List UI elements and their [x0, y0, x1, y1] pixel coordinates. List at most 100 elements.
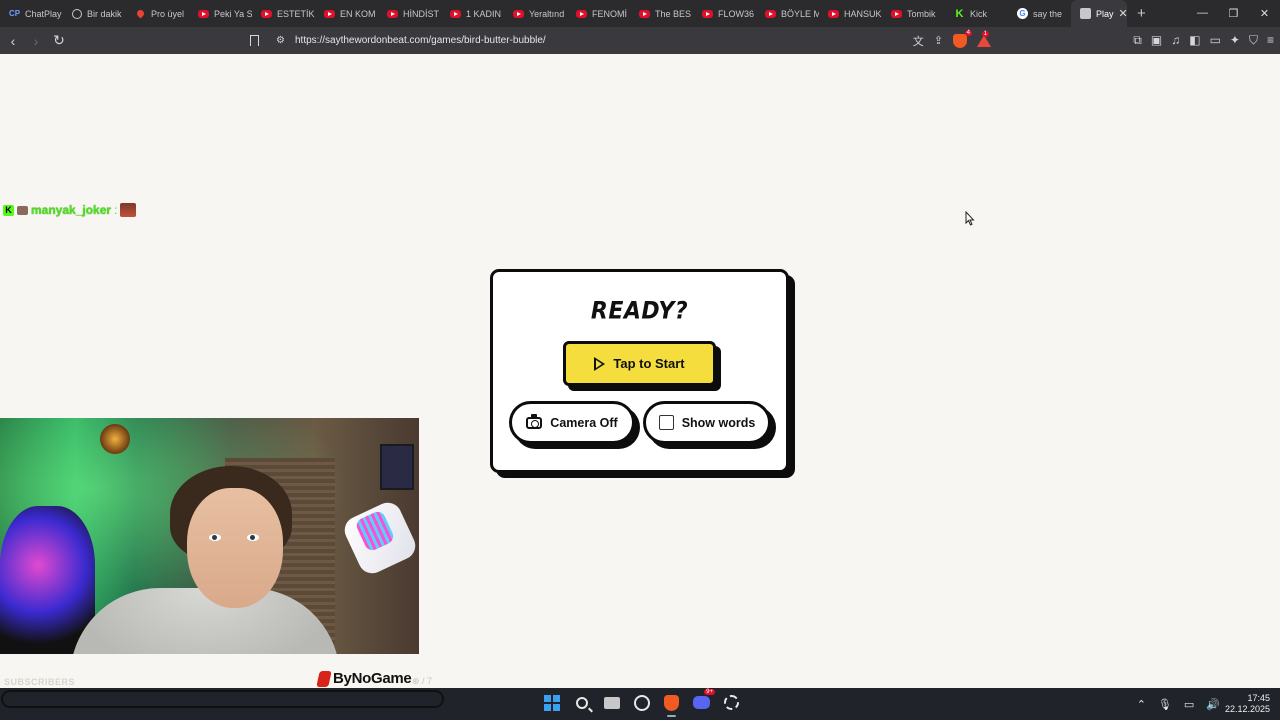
clock[interactable]: 17:45 22.12.2025: [1225, 693, 1270, 715]
bookmark-icon[interactable]: [250, 35, 259, 46]
youtube-icon: [639, 9, 650, 18]
vpn-icon[interactable]: ⛉: [1249, 33, 1258, 48]
show-words-toggle[interactable]: Show words: [643, 401, 771, 444]
browser-tab[interactable]: Tombik: [882, 0, 945, 27]
bynogame-logo-icon: [316, 670, 332, 687]
browser-tab-label: ChatPlay: [25, 8, 62, 19]
brave-rewards-badge: 1: [981, 30, 989, 37]
minimize-icon[interactable]: —: [1187, 7, 1218, 20]
share-icon[interactable]: ⇪: [934, 34, 943, 47]
start-menu-icon[interactable]: [541, 692, 562, 713]
sponsor-text: ByNoGame: [333, 670, 412, 687]
browser-tab[interactable]: EN KOM: [315, 0, 378, 27]
browser-tab-label: Pro üyel: [151, 8, 185, 19]
stream-progress-bar: [1, 690, 444, 708]
youtube-icon: [576, 9, 587, 18]
browser-tab[interactable]: Bir dakik: [63, 0, 126, 27]
chat-message: K manyak_joker :: [3, 203, 137, 217]
brave-shields-badge: 4: [964, 29, 972, 36]
discord-badge: 9+: [704, 689, 715, 695]
microphone-tray-icon[interactable]: 🎙: [1158, 698, 1172, 711]
url-field[interactable]: ⚙ https://saythewordonbeat.com/games/bir…: [246, 29, 991, 51]
clock-time: 17:45: [1247, 693, 1270, 703]
browser-tab[interactable]: FENOMİ: [567, 0, 630, 27]
network-icon[interactable]: ▭: [1184, 698, 1194, 711]
sidebar-icon[interactable]: ◧: [1189, 33, 1200, 48]
tap-to-start-button[interactable]: Tap to Start: [563, 341, 716, 386]
browser-tab[interactable]: K Kick: [945, 0, 1008, 27]
extensions-icon[interactable]: ⧉: [1133, 33, 1142, 48]
browser-tab[interactable]: HANSUK: [819, 0, 882, 27]
browser-tab-label: Kick: [970, 8, 988, 19]
close-tab-icon[interactable]: ✕: [1119, 7, 1127, 20]
tap-to-start-label: Tap to Start: [613, 356, 685, 371]
globe-icon: [72, 8, 82, 19]
youtube-icon: [891, 9, 902, 18]
brave-browser-icon[interactable]: [661, 692, 682, 717]
brave-shields-icon[interactable]: 4: [953, 29, 972, 48]
browser-tab[interactable]: Peki Ya S: [189, 0, 252, 27]
youtube-icon: [765, 9, 776, 18]
discord-icon[interactable]: 9+: [691, 689, 715, 713]
restore-icon[interactable]: ❐: [1218, 7, 1249, 20]
ready-heading: READY?: [590, 298, 689, 325]
reload-icon[interactable]: ↻: [49, 32, 69, 49]
brave-rewards-icon[interactable]: 1: [977, 30, 991, 47]
show-words-checkbox[interactable]: [658, 415, 674, 430]
wallet-icon[interactable]: ▭: [1210, 33, 1221, 48]
browser-tab[interactable]: Pro üyel: [126, 0, 189, 27]
forward-icon[interactable]: ›: [26, 33, 46, 49]
google-icon: G: [1017, 8, 1028, 19]
site-settings-icon[interactable]: ⚙: [276, 35, 285, 46]
browser-tab-label: ESTETİK: [277, 8, 315, 19]
task-view-icon[interactable]: [601, 692, 622, 713]
pin-icon: [135, 8, 146, 19]
close-window-icon[interactable]: ✕: [1249, 7, 1280, 20]
lamp: [100, 424, 130, 454]
app-ring-icon[interactable]: [721, 692, 742, 713]
browser-tab[interactable]: Yeraltınd: [504, 0, 567, 27]
browser-tab[interactable]: BÖYLE M: [756, 0, 819, 27]
browser-tab[interactable]: Gsay the: [1008, 0, 1071, 27]
youtube-icon: [198, 9, 209, 18]
neon-mask-art: [0, 506, 95, 654]
new-tab-icon[interactable]: +: [1137, 5, 1146, 22]
menu-icon[interactable]: ≡: [1267, 33, 1274, 48]
browser-tab[interactable]: CP ChatPlay: [0, 0, 63, 27]
browser-tab-label: 1 KADIN: [466, 8, 502, 19]
chat-username: manyak_joker: [31, 203, 112, 217]
youtube-icon: [513, 9, 524, 18]
browser-tab[interactable]: Play ✕: [1071, 0, 1127, 27]
chat-separator: :: [114, 203, 118, 217]
browser-tab-label: HANSUK: [844, 8, 882, 19]
browser-tab-label: FLOW36: [718, 8, 755, 19]
browser-tab[interactable]: HİNDİST: [378, 0, 441, 27]
browser-tab-label: HİNDİST: [403, 8, 439, 19]
window-controls: — ❐ ✕: [1187, 7, 1280, 20]
translate-icon[interactable]: 文: [913, 33, 924, 49]
browser-tab[interactable]: FLOW36: [693, 0, 756, 27]
back-icon[interactable]: ‹: [3, 33, 23, 49]
camera-off-label: Camera Off: [550, 415, 618, 430]
subscriber-badge-icon: [17, 205, 28, 215]
browser-tab[interactable]: ESTETİK: [252, 0, 315, 27]
kick-badge-icon: K: [3, 204, 14, 216]
screenshot-icon[interactable]: ▣: [1151, 33, 1162, 48]
volume-icon[interactable]: 🔊: [1206, 698, 1220, 711]
youtube-icon: [387, 9, 398, 18]
camera-off-button[interactable]: Camera Off: [509, 401, 635, 444]
browser-tab[interactable]: The BES: [630, 0, 693, 27]
youtube-icon: [450, 9, 461, 18]
browser-tab[interactable]: 1 KADIN: [441, 0, 504, 27]
youtube-icon: [324, 9, 335, 18]
chatgpt-icon[interactable]: [631, 692, 652, 713]
media-icon[interactable]: ♫: [1171, 33, 1180, 48]
url-text[interactable]: https://saythewordonbeat.com/games/bird-…: [295, 35, 546, 46]
browser-tab-label: Peki Ya S: [214, 8, 252, 19]
chat-emote-icon: [120, 203, 137, 217]
search-icon[interactable]: [571, 692, 592, 713]
leo-ai-icon[interactable]: ✦: [1230, 33, 1240, 48]
streamer-webcam: [0, 418, 419, 654]
tray-chevron-icon[interactable]: ⌃: [1137, 698, 1146, 711]
streamer-face: [187, 488, 283, 608]
